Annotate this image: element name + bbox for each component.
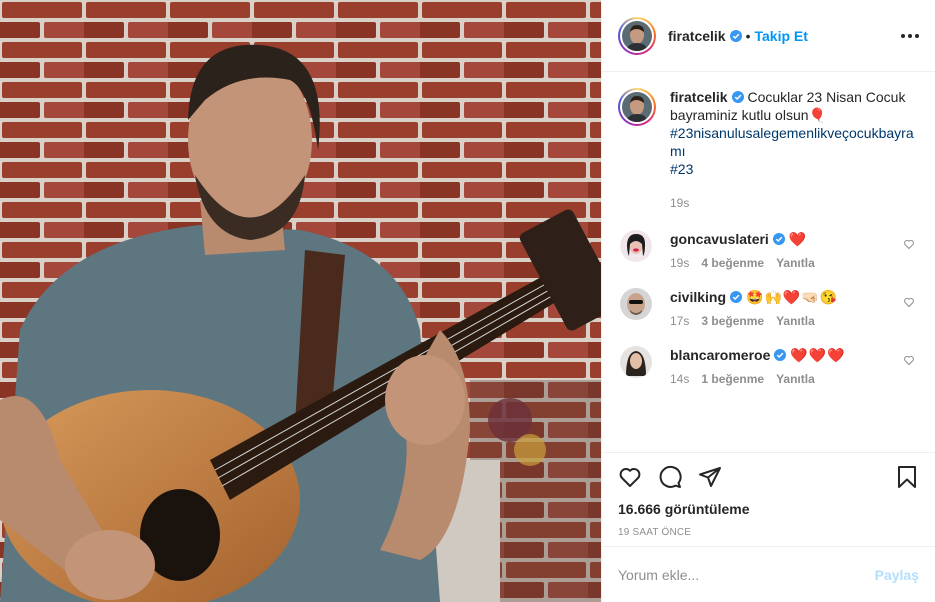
heart-icon[interactable] [618,465,642,489]
bookmark-icon[interactable] [895,465,919,489]
commenter-avatar[interactable] [620,346,652,378]
hashtag-link[interactable]: #23 [670,160,919,178]
verified-icon [772,233,785,245]
comment-likes[interactable]: 3 beğenme [701,314,764,328]
comment-input[interactable] [618,566,875,583]
caption-username[interactable]: firatcelik [670,89,728,105]
post-actions: 16.666 görüntüleme 19 SAAT ÖNCE [602,452,935,546]
author-username[interactable]: firatcelik [668,28,726,44]
share-icon[interactable] [698,465,722,489]
verified-icon [730,291,743,303]
author-avatar-story-ring[interactable] [618,16,656,55]
verified-icon [774,349,787,361]
reply-button[interactable]: Yanıtla [776,314,815,328]
comment-heart-icon[interactable] [903,354,915,366]
reply-button[interactable]: Yanıtla [776,256,815,270]
comment-time[interactable]: 14s [670,372,689,386]
action-icons-row [618,463,919,491]
comment-text: 🤩🙌❤️🤜🏻😘 [746,289,839,305]
commenter-avatar[interactable] [620,288,652,320]
commenter-username[interactable]: goncavuslateri [670,231,769,247]
more-icon[interactable] [901,33,919,38]
comment-heart-icon[interactable] [903,296,915,308]
post-caption: firatcelik Cocuklar 23 Nisan Cocuk bayra… [618,88,919,212]
view-count[interactable]: 16.666 görüntüleme [618,501,919,517]
comment-time[interactable]: 17s [670,314,689,328]
comment-item: civilking 🤩🙌❤️🤜🏻😘 17s 3 beğenme Yanıtla [618,288,919,328]
comment-likes[interactable]: 1 beğenme [701,372,764,386]
header-separator: • [745,27,751,44]
caption-avatar-story-ring[interactable] [618,88,656,126]
comment-text: ❤️ [788,231,808,247]
author-avatar [622,20,652,51]
verified-icon [729,29,742,42]
post-side-panel: firatcelik • Takip Et firatcelik Cocukla… [601,0,935,602]
comment-heart-icon[interactable] [903,238,915,250]
instagram-post: firatcelik • Takip Et firatcelik Cocukla… [0,0,935,602]
commenter-username[interactable]: civilking [670,289,726,305]
comments-list[interactable]: firatcelik Cocuklar 23 Nisan Cocuk bayra… [602,72,935,452]
commenter-username[interactable]: blancaromeroe [670,347,770,363]
comment-icon[interactable] [658,465,682,489]
comment-text: ❤️❤️❤️ [790,347,846,363]
comment-item: goncavuslateri ❤️ 19s 4 beğenme Yanıtla [618,230,919,270]
caption-time[interactable]: 19s [670,194,919,212]
commenter-avatar[interactable] [620,230,652,262]
video-frame [0,0,601,602]
verified-icon [731,91,744,103]
comment-time[interactable]: 19s [670,256,689,270]
comment-item: blancaromeroe ❤️❤️❤️ 14s 1 beğenme Yanıtl… [618,346,919,386]
post-timestamp[interactable]: 19 SAAT ÖNCE [618,527,919,538]
hashtag-link[interactable]: #23nisanulusalegemenlikveçocukbayramı [670,124,919,160]
add-comment-bar: Paylaş [602,546,935,602]
reply-button[interactable]: Yanıtla [776,372,815,386]
follow-button[interactable]: Takip Et [755,28,808,44]
post-comment-button[interactable]: Paylaş [875,567,919,583]
caption-avatar [622,92,652,122]
post-video[interactable] [0,0,601,602]
post-header: firatcelik • Takip Et [602,0,935,72]
comment-likes[interactable]: 4 beğenme [701,256,764,270]
